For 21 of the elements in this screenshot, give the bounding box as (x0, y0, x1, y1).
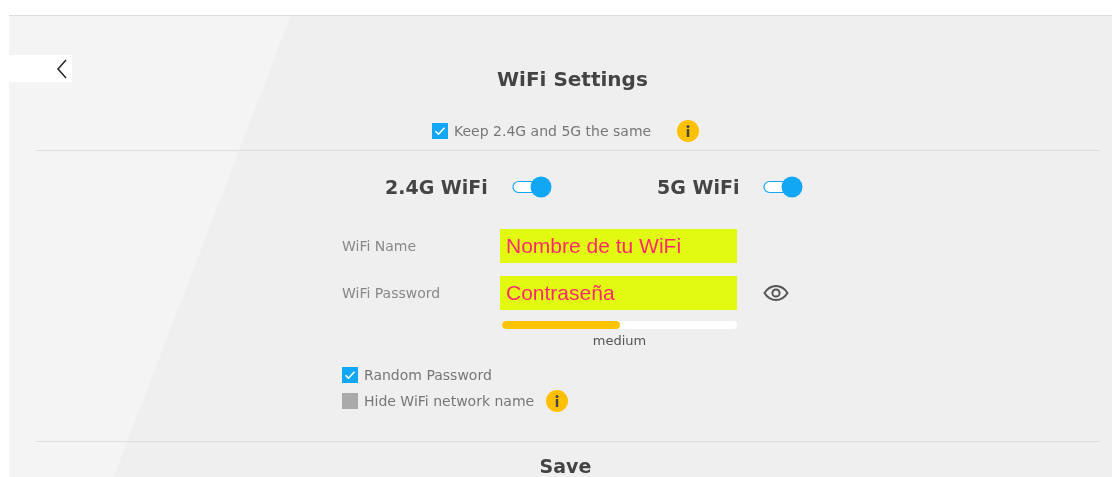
field-label: WiFi Password (342, 285, 442, 301)
checkbox[interactable] (432, 123, 448, 139)
checkbox-label: Hide WiFi network name (364, 393, 535, 409)
toggle-switch[interactable] (763, 176, 804, 198)
checkbox-label: Keep 2.4G and 5G the same (454, 123, 652, 139)
field-label: WiFi Name (342, 238, 418, 254)
band-label: 2.4G WiFi (385, 176, 488, 198)
page-title: WiFi Settings (497, 66, 648, 93)
chevron-left-icon[interactable] (56, 58, 68, 79)
info-icon[interactable] (546, 390, 569, 412)
eye-icon[interactable] (763, 285, 789, 301)
checkbox-label: Random Password (364, 367, 492, 383)
toggle-switch[interactable] (511, 176, 552, 198)
strength-label: medium (591, 333, 648, 349)
info-icon[interactable] (677, 120, 700, 142)
save-button[interactable]: Save (539, 457, 592, 476)
checkbox[interactable] (342, 393, 358, 409)
checkbox[interactable] (342, 367, 358, 383)
band-label: 5G WiFi (657, 176, 740, 198)
name-field[interactable]: Nombre de tu WiFi (500, 229, 737, 263)
password-field[interactable]: Contraseña (500, 276, 737, 310)
